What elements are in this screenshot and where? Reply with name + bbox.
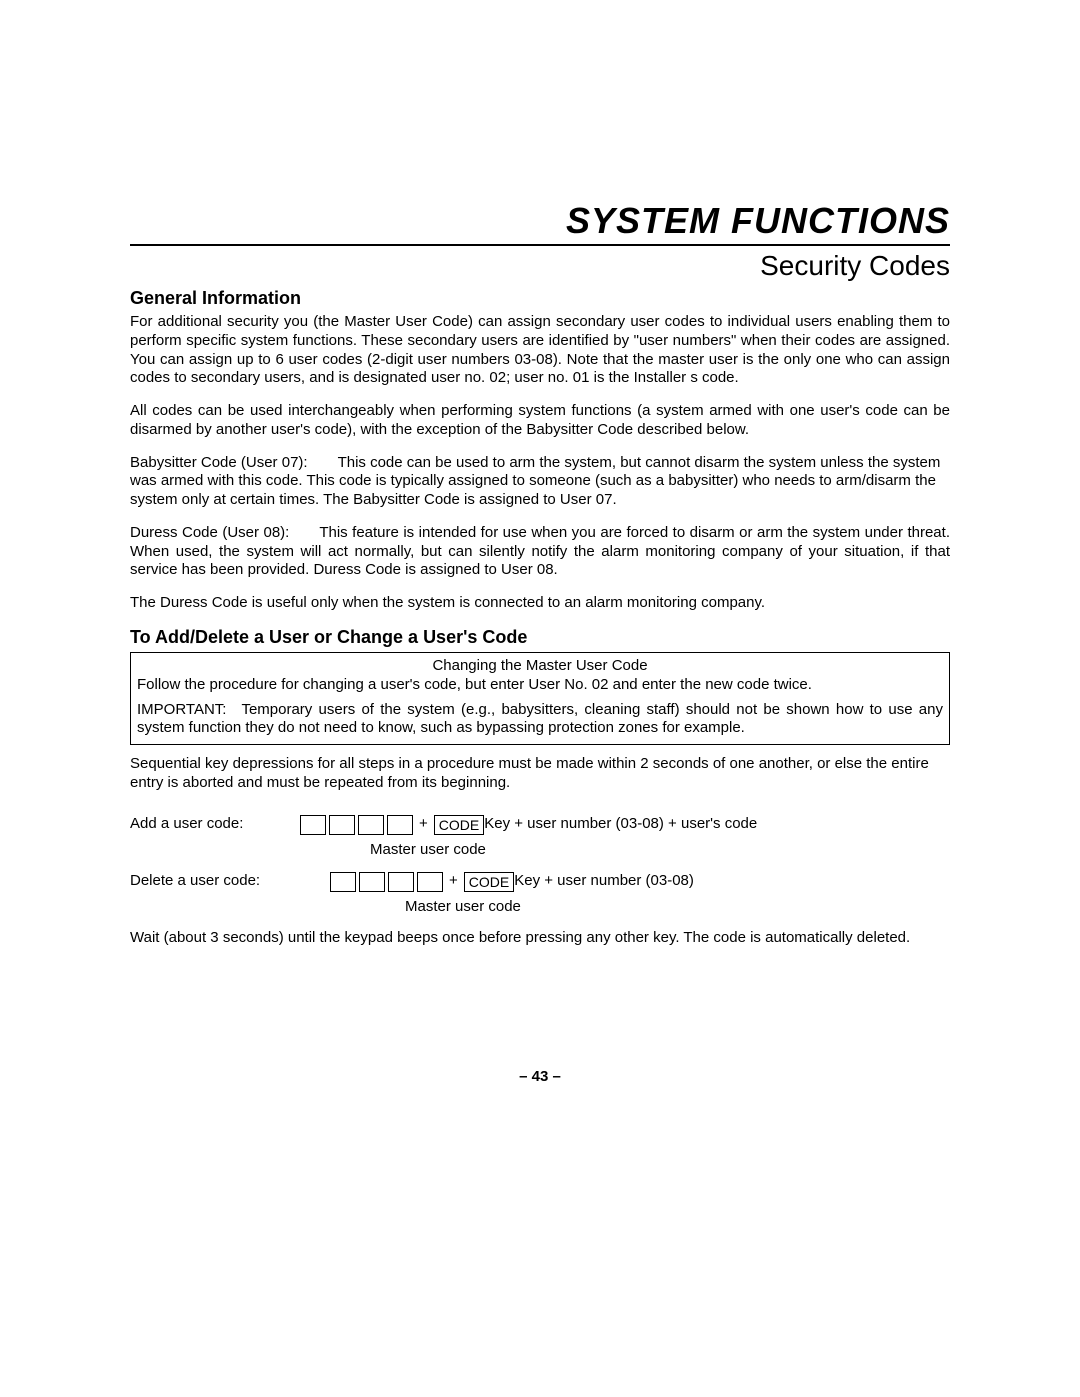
- add-suffix: Key + user number (03-08) + user's code: [484, 815, 757, 832]
- box-title: Changing the Master User Code: [137, 657, 943, 674]
- delete-user-row: Delete a user code: + CODE Key + user nu…: [130, 872, 950, 892]
- paragraph: The Duress Code is useful only when the …: [130, 594, 950, 613]
- digit-box: [387, 815, 413, 835]
- digit-box: [388, 872, 414, 892]
- plus-sign: +: [413, 815, 434, 832]
- sequential-note: Sequential key depressions for all steps…: [130, 755, 950, 793]
- digit-box: [329, 815, 355, 835]
- digit-box: [358, 815, 384, 835]
- page-number: – 43 –: [0, 1068, 1080, 1085]
- delete-label: Delete a user code:: [130, 872, 330, 889]
- master-code-boxes: [300, 815, 413, 835]
- delete-suffix: Key + user number (03-08): [514, 872, 694, 889]
- section-heading-general: General Information: [130, 288, 950, 309]
- add-label: Add a user code:: [130, 815, 300, 832]
- sub-title: Security Codes: [130, 250, 950, 282]
- paragraph: All codes can be used interchangeably wh…: [130, 402, 950, 440]
- paragraph: For additional security you (the Master …: [130, 313, 950, 388]
- master-code-label: Master user code: [130, 898, 950, 915]
- main-title: SYSTEM FUNCTIONS: [130, 200, 950, 242]
- paragraph-duress: Duress Code (User 08): This feature is i…: [130, 524, 950, 580]
- plus-sign: +: [443, 872, 464, 889]
- master-code-boxes: [330, 872, 443, 892]
- section-heading-adddelete: To Add/Delete a User or Change a User's …: [130, 627, 950, 648]
- box-paragraph-important: IMPORTANT: Temporary users of the system…: [137, 701, 943, 739]
- digit-box: [330, 872, 356, 892]
- title-block: SYSTEM FUNCTIONS: [130, 200, 950, 246]
- document-page: SYSTEM FUNCTIONS Security Codes General …: [0, 0, 1080, 1397]
- box-paragraph: Follow the procedure for changing a user…: [137, 676, 943, 695]
- digit-box: [417, 872, 443, 892]
- info-box: Changing the Master User Code Follow the…: [130, 652, 950, 745]
- digit-box: [359, 872, 385, 892]
- paragraph-babysitter: Babysitter Code (User 07): This code can…: [130, 454, 950, 510]
- master-code-label: Master user code: [130, 841, 950, 858]
- digit-box: [300, 815, 326, 835]
- code-key: CODE: [434, 815, 484, 835]
- code-key: CODE: [464, 872, 514, 892]
- wait-note: Wait (about 3 seconds) until the keypad …: [130, 929, 950, 948]
- add-user-row: Add a user code: + CODE Key + user numbe…: [130, 815, 950, 835]
